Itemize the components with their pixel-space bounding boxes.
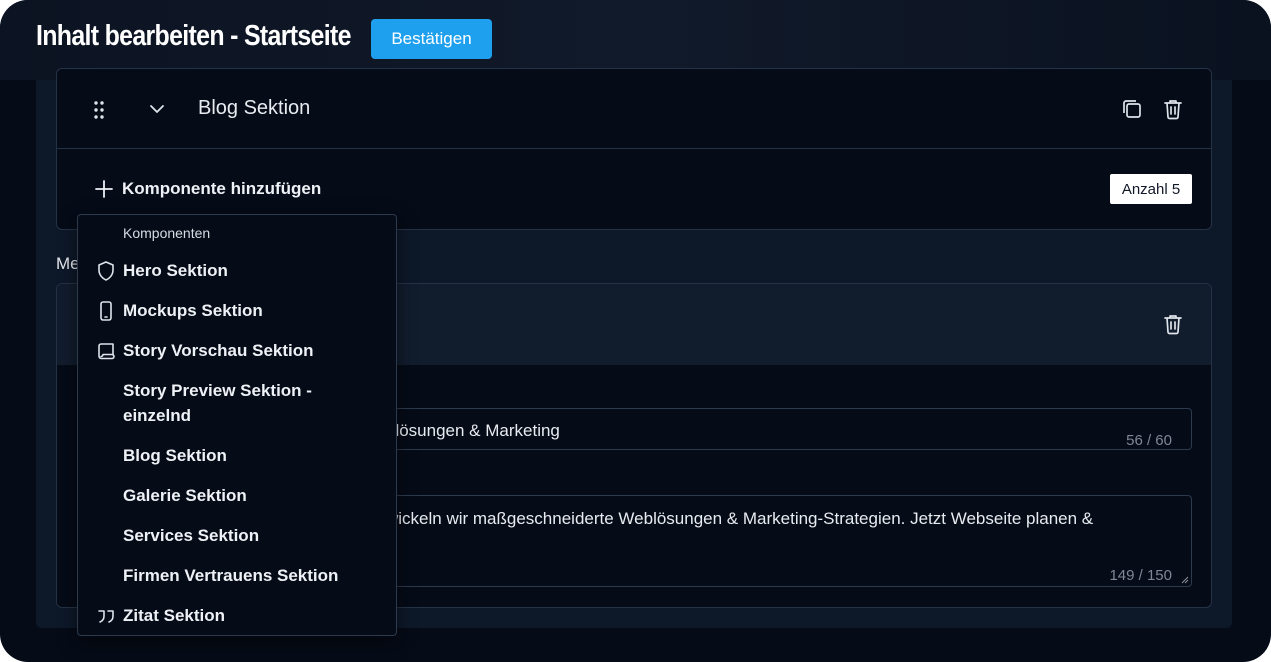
page-title: Inhalt bearbeiten - Startseite [36, 20, 351, 52]
blog-section-card: Blog Sektion Komponente hinzufügen Anzah… [56, 68, 1212, 230]
dropdown-item-label: Galerie Sektion [123, 486, 247, 505]
dropdown-item-label: Hero Sektion [123, 261, 228, 280]
shield-icon [98, 261, 114, 281]
chevron-down-icon[interactable] [149, 101, 165, 117]
blog-section-header: Blog Sektion [57, 69, 1211, 149]
trash-icon[interactable] [1162, 98, 1184, 120]
dropdown-item-label: Zitat Sektion [123, 606, 226, 625]
dropdown-item-label: Story Preview Sektion - einzelnd [123, 381, 312, 425]
dropdown-item-label: Mockups Sektion [123, 301, 263, 320]
dropdown-item-label: Story Vorschau Sektion [123, 341, 314, 360]
meta-description-value: wickeln wir maßgeschneiderte Weblösungen… [386, 509, 1094, 528]
dropdown-item-label: Blog Sektion [123, 446, 227, 465]
dropdown-item-mockups[interactable]: Mockups Sektion [78, 298, 396, 324]
app-window: Inhalt bearbeiten - Startseite Bestätige… [0, 0, 1271, 662]
dropdown-heading: Komponenten [123, 225, 211, 241]
blog-section-title: Blog Sektion [198, 97, 311, 119]
drag-handle-icon[interactable] [93, 100, 105, 120]
dropdown-item-blog[interactable]: Blog Sektion [78, 443, 396, 469]
trash-icon[interactable] [1162, 313, 1184, 335]
resize-grip-icon[interactable] [1181, 576, 1189, 584]
dropdown-item-story-vorschau[interactable]: Story Vorschau Sektion [78, 338, 396, 364]
dropdown-item-galerie[interactable]: Galerie Sektion [78, 483, 396, 509]
confirm-button[interactable]: Bestätigen [371, 19, 492, 59]
dropdown-item-firmen-vertrauens[interactable]: Firmen Vertrauens Sektion [78, 563, 396, 589]
meta-description-counter: 149 / 150 [1109, 567, 1172, 584]
meta-title-value: blösungen & Marketing [386, 421, 560, 440]
scroll-icon [98, 343, 115, 360]
count-badge: Anzahl 5 [1110, 174, 1192, 204]
dropdown-item-label: Firmen Vertrauens Sektion [123, 566, 339, 585]
copy-icon[interactable] [1121, 98, 1143, 120]
dropdown-item-zitat[interactable]: Zitat Sektion [78, 603, 396, 629]
component-dropdown-menu: Komponenten Hero Sektion Mockups Sektion… [77, 214, 397, 636]
dropdown-item-label: Services Sektion [123, 526, 260, 545]
add-component-button[interactable]: Komponente hinzufügen [95, 179, 321, 199]
quote-icon [98, 610, 114, 623]
add-component-label: Komponente hinzufügen [122, 179, 322, 198]
dropdown-item-services[interactable]: Services Sektion [78, 523, 396, 549]
dropdown-item-story-preview-einzelnd[interactable]: Story Preview Sektion - einzelnd [78, 378, 396, 428]
meta-description-textarea[interactable]: wickeln wir maßgeschneiderte Weblösungen… [312, 495, 1192, 587]
meta-title-counter: 56 / 60 [1126, 432, 1172, 449]
dropdown-item-hero[interactable]: Hero Sektion [78, 258, 396, 284]
smartphone-icon [100, 301, 112, 321]
meta-title-input[interactable]: blösungen & Marketing 56 / 60 [312, 408, 1192, 450]
plus-icon [95, 180, 113, 198]
